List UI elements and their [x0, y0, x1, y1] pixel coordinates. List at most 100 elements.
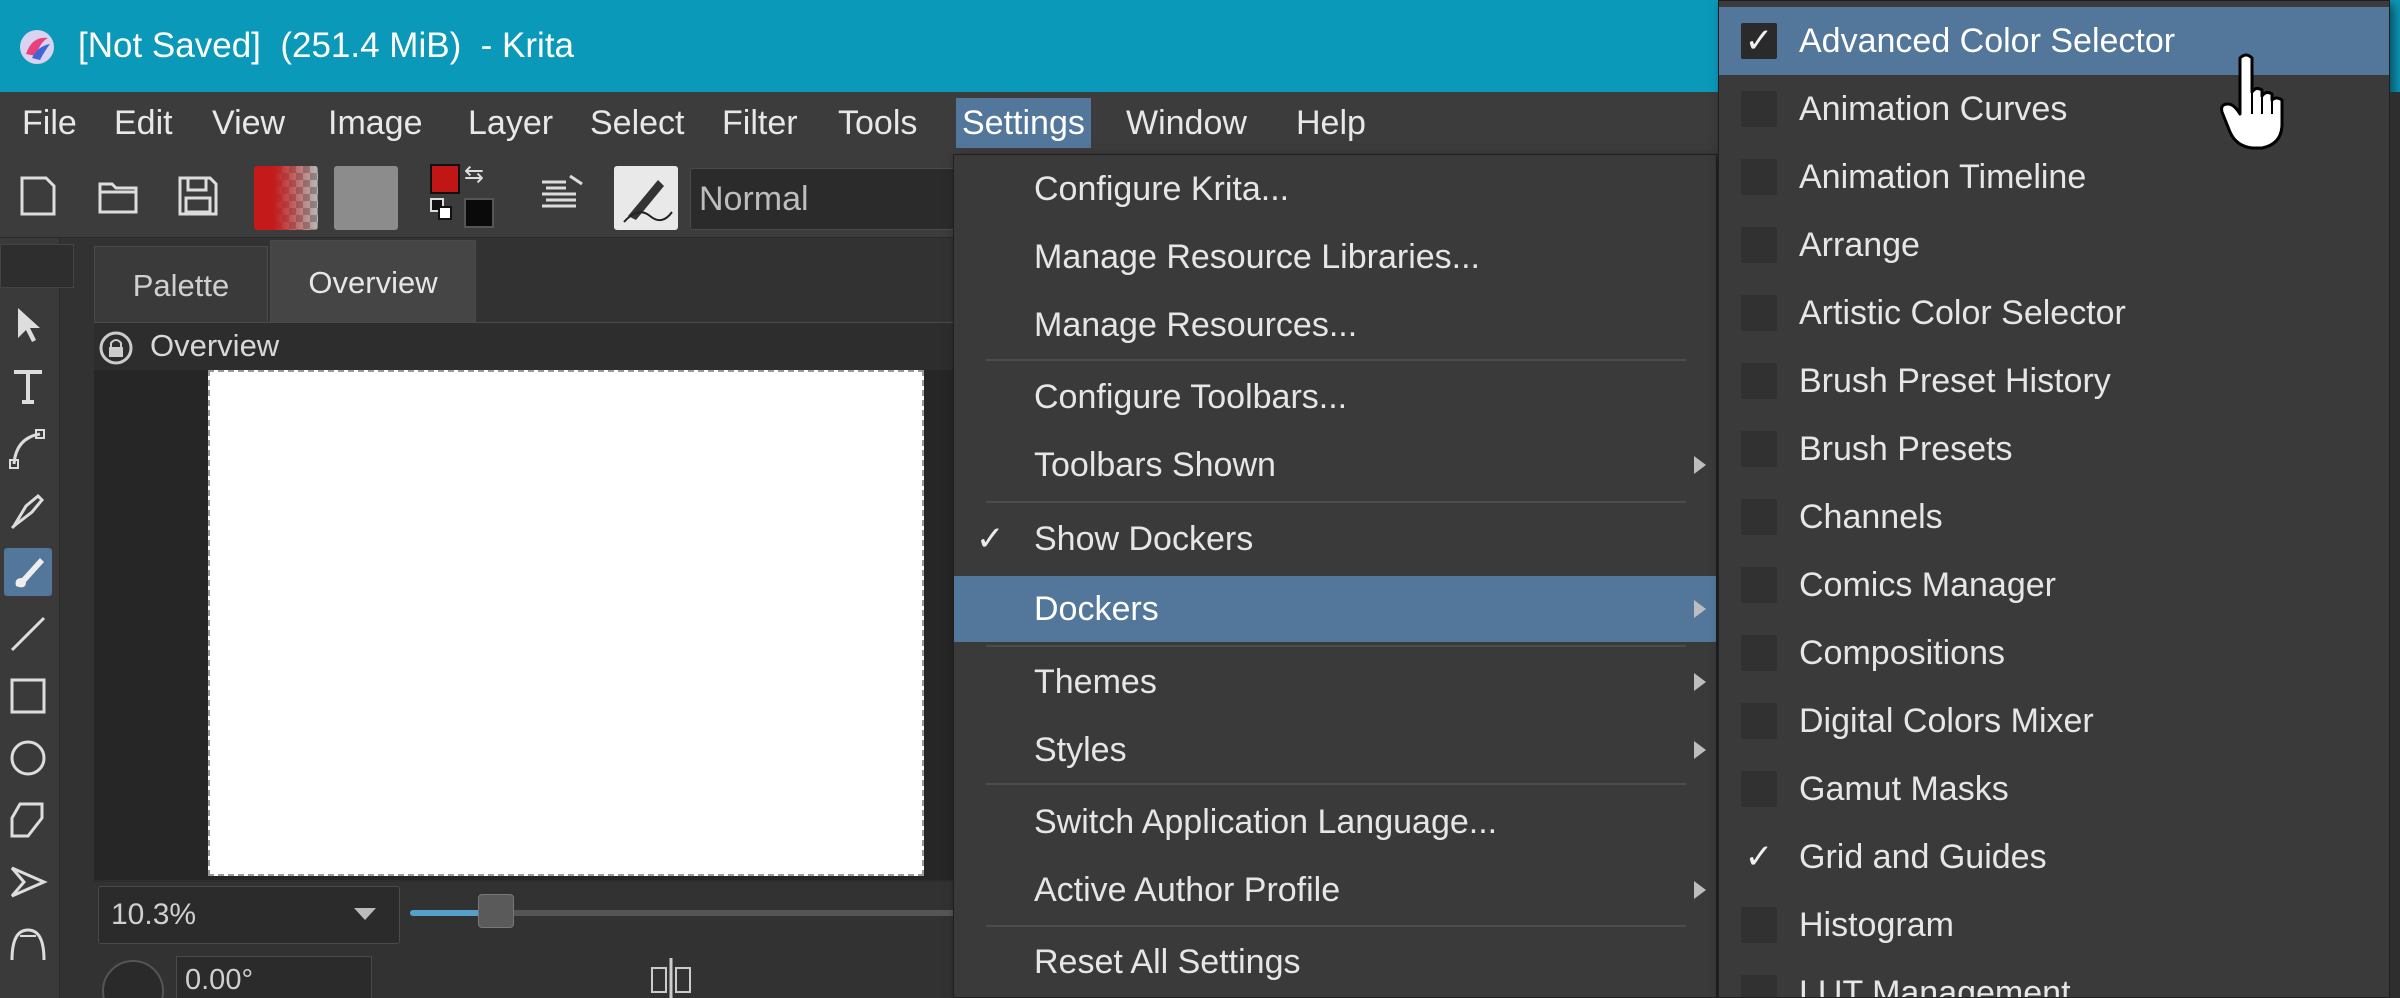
line-tool-icon[interactable] [4, 610, 52, 658]
docker-item-label: LUT Management [1799, 974, 2071, 998]
lock-icon[interactable] [98, 330, 134, 366]
menu-item-show-dockers[interactable]: ✓ Show Dockers [954, 506, 1716, 572]
menu-item-toolbars-shown[interactable]: Toolbars Shown [954, 432, 1716, 498]
checkbox [1741, 635, 1777, 671]
new-document-icon[interactable] [12, 170, 64, 222]
menu-window[interactable]: Window [1120, 98, 1253, 148]
gradient-swatch[interactable] [254, 166, 318, 230]
docker-item-label: Advanced Color Selector [1799, 22, 2176, 60]
docker-item-arrange[interactable]: Arrange [1719, 211, 2389, 279]
ellipse-tool-icon[interactable] [4, 734, 52, 782]
checkbox [1741, 159, 1777, 195]
pattern-swatch[interactable] [334, 166, 398, 230]
menu-tools[interactable]: Tools [832, 98, 923, 148]
menu-item-configure-toolbars[interactable]: Configure Toolbars... [954, 364, 1716, 430]
menu-view[interactable]: View [206, 98, 291, 148]
zoom-slider-handle[interactable] [478, 894, 514, 928]
polygon-tool-icon[interactable] [4, 796, 52, 844]
docker-item-digital-colors-mixer[interactable]: Digital Colors Mixer [1719, 687, 2389, 755]
menu-item-active-author-profile[interactable]: Active Author Profile [954, 857, 1716, 923]
checkbox [1741, 907, 1777, 943]
menu-layer[interactable]: Layer [462, 98, 559, 148]
menu-edit[interactable]: Edit [108, 98, 179, 148]
docker-item-histogram[interactable]: Histogram [1719, 891, 2389, 959]
settings-menu: Configure Krita... Manage Resource Libra… [953, 154, 1717, 998]
menu-item-label: Switch Application Language... [1034, 803, 1498, 841]
overview-canvas-thumbnail[interactable] [208, 370, 924, 876]
docker-item-label: Compositions [1799, 634, 2005, 672]
menu-separator [986, 501, 1686, 503]
brush-settings-icon[interactable] [536, 170, 588, 222]
menu-settings[interactable]: Settings [956, 98, 1091, 148]
edit-shapes-icon[interactable] [4, 424, 52, 472]
swap-colors-icon[interactable]: ⇆ [464, 160, 494, 190]
menu-item-styles[interactable]: Styles [954, 717, 1716, 783]
docker-item-compositions[interactable]: Compositions [1719, 619, 2389, 687]
menu-item-themes[interactable]: Themes [954, 649, 1716, 715]
submenu-arrow-icon [1694, 741, 1706, 759]
freehand-brush-icon[interactable] [4, 548, 52, 596]
window-edge [2390, 92, 2400, 998]
tab-overview[interactable]: Overview [270, 240, 476, 324]
docker-item-animation-timeline[interactable]: Animation Timeline [1719, 143, 2389, 211]
docker-item-brush-presets[interactable]: Brush Presets [1719, 415, 2389, 483]
menu-item-label: Manage Resources... [1034, 306, 1358, 344]
docker-item-advanced-color-selector[interactable]: ✓ Advanced Color Selector [1719, 7, 2389, 75]
menu-item-label: Styles [1034, 731, 1127, 769]
docker-item-artistic-color-selector[interactable]: Artistic Color Selector [1719, 279, 2389, 347]
save-icon[interactable] [172, 170, 224, 222]
dockers-submenu: ✓ Advanced Color Selector Animation Curve… [1718, 0, 2390, 998]
docker-item-channels[interactable]: Channels [1719, 483, 2389, 551]
docker-item-animation-curves[interactable]: Animation Curves [1719, 75, 2389, 143]
menu-item-dockers[interactable]: Dockers [954, 576, 1716, 642]
menu-help[interactable]: Help [1290, 98, 1372, 148]
docker-item-label: Artistic Color Selector [1799, 294, 2126, 332]
menu-item-label: Dockers [1034, 590, 1159, 628]
docker-item-comics-manager[interactable]: Comics Manager [1719, 551, 2389, 619]
menu-file[interactable]: File [16, 98, 83, 148]
docker-item-lut-management[interactable]: LUT Management [1719, 959, 2389, 998]
docker-item-brush-preset-history[interactable]: Brush Preset History [1719, 347, 2389, 415]
menu-separator [986, 645, 1686, 647]
select-shapes-icon[interactable] [4, 300, 52, 348]
open-folder-icon[interactable] [92, 170, 144, 222]
background-color[interactable] [464, 198, 494, 228]
menu-image[interactable]: Image [322, 98, 429, 148]
mirror-view-icon[interactable] [646, 958, 696, 998]
bezier-curve-icon[interactable] [4, 920, 52, 968]
menu-item-configure-krita[interactable]: Configure Krita... [954, 156, 1716, 222]
submenu-arrow-icon [1694, 881, 1706, 899]
calligraphy-icon[interactable] [4, 486, 52, 534]
rotation-input[interactable]: 0.00° [176, 956, 372, 998]
menu-separator [986, 925, 1686, 927]
menu-item-manage-resources[interactable]: Manage Resources... [954, 292, 1716, 358]
checkbox [1741, 499, 1777, 535]
rectangle-tool-icon[interactable] [4, 672, 52, 720]
foreground-color[interactable] [430, 164, 460, 194]
overview-panel-title: Overview [150, 328, 280, 363]
docker-item-gamut-masks[interactable]: Gamut Masks [1719, 755, 2389, 823]
checkmark-icon: ✓ [976, 520, 1005, 558]
reset-colors-icon[interactable] [430, 198, 452, 220]
menu-filter[interactable]: Filter [716, 98, 804, 148]
checkbox [1741, 431, 1777, 467]
docker-item-label: Gamut Masks [1799, 770, 2009, 808]
submenu-arrow-icon [1694, 673, 1706, 691]
menu-bar: File Edit View Image Layer Select Filter… [0, 92, 1720, 154]
docker-item-label: Digital Colors Mixer [1799, 702, 2094, 740]
docker-item-label: Histogram [1799, 906, 1954, 944]
brush-preset-preview[interactable] [614, 166, 678, 230]
menu-select[interactable]: Select [584, 98, 691, 148]
text-tool-icon[interactable] [4, 362, 52, 410]
menu-item-switch-language[interactable]: Switch Application Language... [954, 789, 1716, 855]
checkbox [1741, 295, 1777, 331]
checkbox [1741, 91, 1777, 127]
menu-item-manage-resource-libraries[interactable]: Manage Resource Libraries... [954, 224, 1716, 290]
tab-palette[interactable]: Palette [94, 246, 268, 324]
menu-item-reset-all-settings[interactable]: Reset All Settings [954, 929, 1716, 995]
polyline-tool-icon[interactable] [4, 858, 52, 906]
menu-item-label: Manage Resource Libraries... [1034, 238, 1481, 276]
blend-mode-select[interactable]: Normal [690, 168, 960, 230]
docker-item-grid-and-guides[interactable]: ✓ Grid and Guides [1719, 823, 2389, 891]
menu-item-label: Configure Toolbars... [1034, 378, 1348, 416]
